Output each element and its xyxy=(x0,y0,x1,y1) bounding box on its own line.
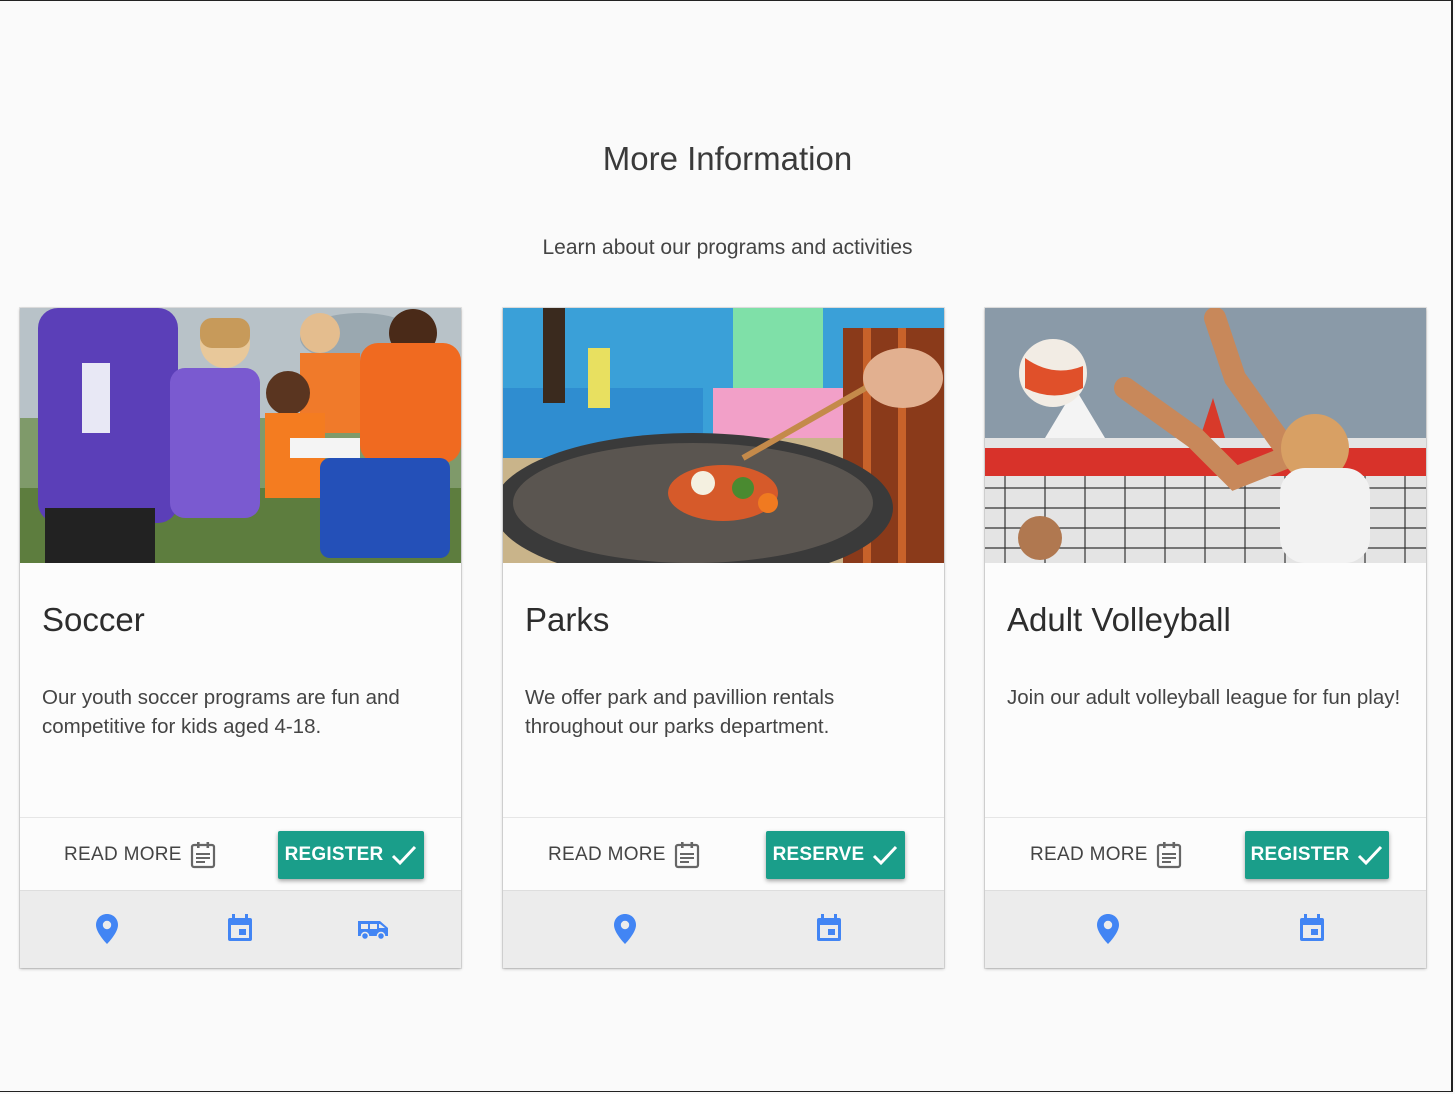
card-footer xyxy=(985,890,1426,968)
read-more-label: READ MORE xyxy=(548,844,666,865)
notes-icon xyxy=(674,841,700,869)
card-description: Join our adult volleyball league for fun… xyxy=(1007,686,1401,709)
reserve-label: RESERVE xyxy=(772,844,865,865)
card-description: We offer park and pavillion rentals thro… xyxy=(525,686,835,738)
location-pin-icon[interactable] xyxy=(1096,913,1120,945)
card-soccer: Soccer Our youth soccer programs are fun… xyxy=(20,308,461,968)
read-more-label: READ MORE xyxy=(64,844,182,865)
notes-icon xyxy=(1156,841,1182,869)
register-button[interactable]: REGISTER xyxy=(1245,831,1389,879)
calendar-icon[interactable] xyxy=(815,913,843,943)
read-more-label: READ MORE xyxy=(1030,844,1148,865)
register-label: REGISTER xyxy=(1250,844,1350,865)
card-title: Soccer xyxy=(42,601,145,638)
volleyball-image xyxy=(985,308,1426,563)
read-more-button[interactable]: READ MORE xyxy=(548,840,700,870)
card-title: Parks xyxy=(525,601,610,638)
shuttle-bus-icon[interactable] xyxy=(356,917,390,941)
read-more-button[interactable]: READ MORE xyxy=(1030,840,1182,870)
card-description: Our youth soccer programs are fun and co… xyxy=(42,686,400,738)
card-actions: READ MORE REGISTER xyxy=(985,817,1426,890)
card-parks: Parks We offer park and pavillion rental… xyxy=(503,308,944,968)
parks-image xyxy=(503,308,944,563)
register-label: REGISTER xyxy=(284,844,384,865)
register-button[interactable]: REGISTER xyxy=(278,831,424,879)
check-icon xyxy=(391,844,417,866)
card-actions: READ MORE REGISTER xyxy=(20,817,461,890)
soccer-image xyxy=(20,308,461,563)
card-footer xyxy=(20,890,461,968)
page-title: More Information xyxy=(602,140,853,177)
check-icon xyxy=(1357,844,1383,866)
card-title: Adult Volleyball xyxy=(1007,601,1231,638)
card-footer xyxy=(503,890,944,968)
card-adult-volleyball: Adult Volleyball Join our adult volleyba… xyxy=(985,308,1426,968)
reserve-button[interactable]: RESERVE xyxy=(766,831,905,879)
calendar-icon[interactable] xyxy=(226,913,254,943)
card-actions: READ MORE RESERVE xyxy=(503,817,944,890)
location-pin-icon[interactable] xyxy=(613,913,637,945)
read-more-button[interactable]: READ MORE xyxy=(64,840,216,870)
calendar-icon[interactable] xyxy=(1298,913,1326,943)
notes-icon xyxy=(190,841,216,869)
check-icon xyxy=(872,844,898,866)
page-subtitle: Learn about our programs and activities xyxy=(542,236,913,259)
location-pin-icon[interactable] xyxy=(95,913,119,945)
